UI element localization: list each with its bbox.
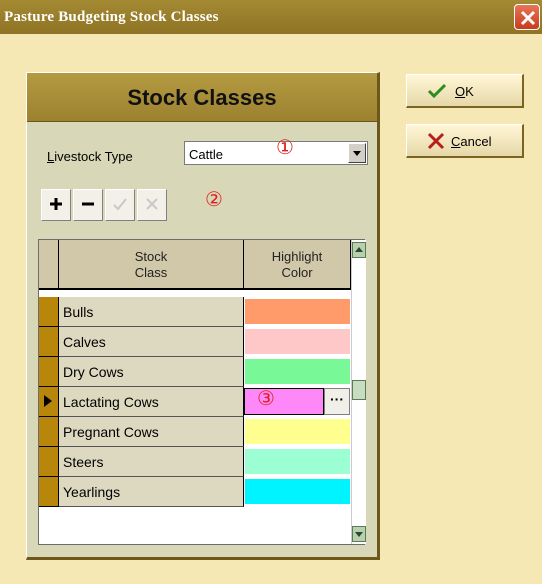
delete-record-button[interactable] <box>73 189 103 221</box>
highlight-color-cell-editing[interactable] <box>244 388 324 415</box>
stock-class-cell[interactable]: Bulls <box>59 297 244 327</box>
annotation-marker-1: ① <box>276 135 294 159</box>
highlight-color-cell[interactable] <box>244 418 351 445</box>
minus-icon <box>82 202 94 206</box>
indicator-header <box>39 240 59 290</box>
stock-class-cell[interactable]: Lactating Cows <box>59 387 244 417</box>
dropdown-button[interactable] <box>348 143 366 163</box>
table-row[interactable]: Pregnant Cows <box>39 417 351 447</box>
highlight-color-cell[interactable] <box>244 478 351 505</box>
dialog-window: Pasture Budgeting Stock Classes Stock Cl… <box>0 0 542 584</box>
table-row[interactable]: Dry Cows <box>39 357 351 387</box>
vertical-scrollbar[interactable] <box>351 240 366 544</box>
table-row-selected[interactable]: Lactating Cows ··· ③ <box>39 386 351 417</box>
row-indicator <box>39 357 59 387</box>
scroll-down-button[interactable] <box>352 526 366 542</box>
annotation-marker-3: ③ <box>257 386 275 410</box>
cancel-button[interactable]: Cancel <box>406 124 524 158</box>
record-navigator <box>41 189 199 223</box>
post-record-button[interactable] <box>105 189 135 221</box>
x-icon <box>427 132 445 150</box>
add-record-button[interactable] <box>41 189 71 221</box>
color-picker-button[interactable]: ··· <box>324 388 350 415</box>
livestock-type-value: Cattle <box>189 147 223 162</box>
x-icon <box>146 198 158 210</box>
chevron-down-icon <box>353 151 361 156</box>
panel-title: Stock Classes <box>127 85 277 110</box>
stock-classes-grid: Stock Class Highlight Color Bulls Calves D… <box>38 239 366 545</box>
stock-class-header: Stock Class <box>59 240 244 290</box>
stock-class-cell[interactable]: Pregnant Cows <box>59 417 244 447</box>
row-indicator <box>39 477 59 507</box>
chevron-up-icon <box>355 247 363 252</box>
row-indicator <box>39 417 59 447</box>
title-bar: Pasture Budgeting Stock Classes <box>0 0 542 34</box>
cancel-record-button[interactable] <box>137 189 167 221</box>
stock-classes-panel: Stock Classes Livestock Type Cattle ① ② <box>26 72 380 560</box>
table-row[interactable]: Bulls <box>39 297 351 327</box>
row-indicator <box>39 297 59 327</box>
current-row-arrow-icon <box>44 395 52 407</box>
plus-icon <box>50 198 62 210</box>
livestock-type-label: Livestock Type <box>47 149 133 164</box>
row-indicator <box>39 447 59 477</box>
table-row[interactable]: Yearlings <box>39 477 351 507</box>
close-icon <box>520 10 536 26</box>
window-title: Pasture Budgeting Stock Classes <box>4 9 219 25</box>
ok-label: OK <box>455 84 474 99</box>
row-indicator <box>39 387 59 417</box>
check-icon <box>427 83 447 99</box>
highlight-color-cell[interactable] <box>244 358 351 385</box>
stock-class-cell[interactable]: Yearlings <box>59 477 244 507</box>
stock-class-cell[interactable]: Steers <box>59 447 244 477</box>
row-indicator <box>39 327 59 357</box>
cancel-label: Cancel <box>451 134 492 149</box>
scroll-thumb[interactable] <box>352 380 366 400</box>
highlight-color-cell[interactable] <box>244 328 351 355</box>
close-button[interactable] <box>514 4 540 30</box>
chevron-down-icon <box>355 532 363 537</box>
annotation-marker-2: ② <box>205 187 223 211</box>
table-row[interactable]: Steers <box>39 447 351 477</box>
ok-button[interactable]: OK <box>406 74 524 108</box>
highlight-color-cell[interactable] <box>244 448 351 475</box>
stock-class-cell[interactable]: Dry Cows <box>59 357 244 387</box>
check-icon <box>113 198 127 211</box>
panel-header: Stock Classes <box>27 73 377 122</box>
table-row[interactable]: Calves <box>39 327 351 357</box>
highlight-color-header: Highlight Color <box>244 240 351 290</box>
scroll-up-button[interactable] <box>352 242 366 258</box>
highlight-color-cell[interactable] <box>244 298 351 325</box>
stock-class-cell[interactable]: Calves <box>59 327 244 357</box>
